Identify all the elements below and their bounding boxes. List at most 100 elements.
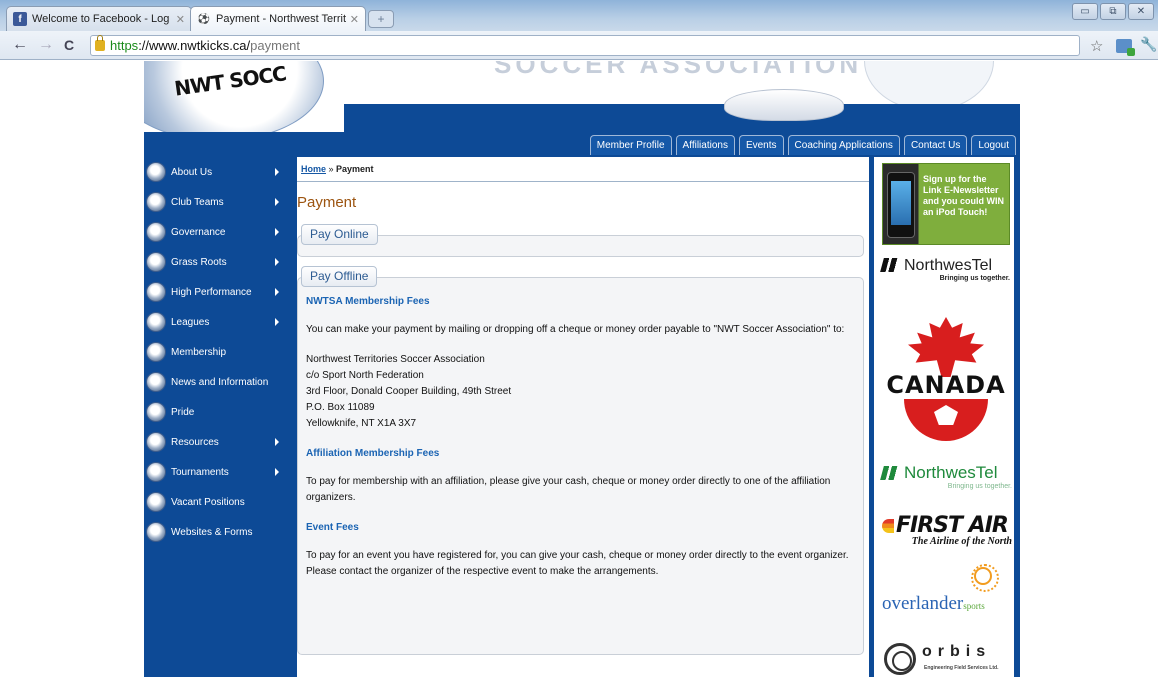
address-line: 3rd Floor, Donald Cooper Building, 49th … (306, 386, 512, 397)
northwestel-mark-icon (880, 466, 902, 480)
submenu-arrow-icon (275, 168, 279, 176)
first-air-logo[interactable]: FIRST AIR The Airline of the North (882, 513, 1012, 547)
top-navigation: Member Profile Affiliations Events Coach… (144, 132, 1020, 157)
sidebar-item-tournaments[interactable]: Tournaments (144, 457, 289, 487)
site-header: SOCCER ASSOCIATION NWT SOCC (144, 61, 1020, 132)
sidebar-item-label: Governance (171, 226, 226, 238)
main-content: Home » Payment Payment Pay Online NWTSA … (297, 157, 869, 677)
submenu-arrow-icon (275, 198, 279, 206)
soccer-shoe-graphic (724, 89, 844, 121)
sidebar-menu: About Us Club Teams Governance Grass Roo… (144, 157, 289, 677)
sponsor-name: NorthwesTel (904, 257, 993, 274)
extension-icon[interactable] (1116, 39, 1135, 56)
sidebar-item-resources[interactable]: Resources (144, 427, 289, 457)
sidebar-item-high-performance[interactable]: High Performance (144, 277, 289, 307)
soccer-ball-icon (146, 162, 166, 182)
sidebar-item-club-teams[interactable]: Club Teams (144, 187, 289, 217)
sidebar-item-label: Vacant Positions (171, 496, 245, 508)
close-tab-icon[interactable]: ✕ (350, 13, 359, 26)
orbis-logo[interactable]: orbis Engineering Field Services Ltd. (884, 641, 1012, 675)
restore-button[interactable]: ⧉ (1100, 3, 1126, 20)
breadcrumb-home-link[interactable]: Home (301, 164, 326, 174)
affiliation-fees-text: To pay for membership with an affiliatio… (306, 476, 831, 503)
pay-offline-section: NWTSA Membership Fees You can make your … (297, 277, 864, 655)
facebook-icon: f (13, 12, 27, 26)
sidebar-item-leagues[interactable]: Leagues (144, 307, 289, 337)
new-tab-button[interactable]: + (368, 10, 394, 28)
sidebar-item-vacant-positions[interactable]: Vacant Positions (144, 487, 289, 517)
nav-logout[interactable]: Logout (971, 135, 1016, 155)
sidebar-item-news-and-information[interactable]: News and Information (144, 367, 289, 397)
tab-payment[interactable]: ⚽ Payment - Northwest Territori ✕ (190, 6, 366, 31)
newsletter-ad-banner[interactable]: Sign up for the Link E-Newsletter and yo… (882, 163, 1010, 245)
maple-leaf-icon (908, 317, 984, 377)
sidebar-item-label: Membership (171, 346, 227, 358)
sponsor-tagline: Engineering Field Services Ltd. (924, 665, 999, 671)
nav-affiliations[interactable]: Affiliations (675, 135, 735, 155)
soccer-ball-icon (904, 399, 988, 441)
nav-contact-us[interactable]: Contact Us (903, 135, 968, 155)
submenu-arrow-icon (275, 258, 279, 266)
sponsor-name: FIRST AIR (882, 513, 1009, 538)
event-fees-heading: Event Fees (306, 522, 359, 533)
sponsor-tagline: Bringing us together. (939, 275, 1010, 282)
close-tab-icon[interactable]: ✕ (176, 13, 185, 26)
url-scheme: https (110, 38, 139, 53)
sidebar-item-label: Pride (171, 406, 195, 418)
tab-title: Welcome to Facebook - Log In (32, 13, 172, 25)
sidebar-item-grass-roots[interactable]: Grass Roots (144, 247, 289, 277)
soccer-ball-icon (146, 462, 166, 482)
minimize-button[interactable]: ▭ (1072, 3, 1098, 20)
pay-online-legend[interactable]: Pay Online (301, 224, 378, 245)
url-input[interactable]: https://www.nwtkicks.ca/payment (90, 35, 1080, 56)
northwestel-logo-color[interactable]: NorthwesTel Bringing us together. (880, 463, 1012, 490)
sidebar-item-label: Websites & Forms (171, 526, 253, 538)
url-path: payment (250, 38, 301, 53)
pay-offline-body: NWTSA Membership Fees You can make your … (306, 294, 856, 594)
close-window-button[interactable]: ✕ (1128, 3, 1154, 20)
sidebar-item-governance[interactable]: Governance (144, 217, 289, 247)
back-button[interactable]: ← (12, 36, 28, 54)
tab-title: Payment - Northwest Territori (216, 13, 346, 25)
soccer-ball-icon (146, 252, 166, 272)
nav-events[interactable]: Events (738, 135, 784, 155)
sidebar-item-websites-forms[interactable]: Websites & Forms (144, 517, 289, 547)
soccer-icon: ⚽ (197, 13, 211, 25)
mailing-address: Northwest Territories Soccer Association… (306, 352, 856, 432)
northwestel-logo[interactable]: NorthwesTel Bringing us together. (880, 257, 1010, 282)
header-strip (344, 104, 1020, 132)
bookmark-star-icon[interactable]: ☆ (1090, 37, 1103, 55)
soccer-ball-icon (146, 432, 166, 452)
sidebar-item-label: Tournaments (171, 466, 229, 478)
sponsor-name: orbis (922, 643, 992, 660)
tab-facebook[interactable]: f Welcome to Facebook - Log In ✕ (6, 6, 192, 31)
pay-offline-legend[interactable]: Pay Offline (301, 266, 378, 287)
submenu-arrow-icon (275, 228, 279, 236)
banner-text: SOCCER ASSOCIATION (494, 61, 863, 79)
nav-coaching-applications[interactable]: Coaching Applications (787, 135, 900, 155)
soccer-ball-icon (146, 342, 166, 362)
reload-button[interactable]: C (64, 36, 74, 54)
sidebar-item-pride[interactable]: Pride (144, 397, 289, 427)
forward-button[interactable]: → (38, 36, 54, 54)
soccer-ball-icon (146, 192, 166, 212)
sidebar-item-about-us[interactable]: About Us (144, 157, 289, 187)
sidebar-item-label: Leagues (171, 316, 210, 328)
sidebar-item-membership[interactable]: Membership (144, 337, 289, 367)
wrench-menu-icon[interactable]: 🔧 (1140, 36, 1157, 53)
sidebar-item-label: Grass Roots (171, 256, 227, 268)
address-line: P.O. Box 11089 (306, 402, 375, 413)
sponsor-name-suffix: sports (963, 601, 985, 611)
sponsor-tagline: Bringing us together. (947, 483, 1012, 490)
submenu-arrow-icon (275, 438, 279, 446)
newsletter-ad-text: Sign up for the Link E-Newsletter and yo… (923, 174, 1004, 217)
url-host: ://www.nwtkicks.ca/ (138, 38, 251, 53)
nav-member-profile[interactable]: Member Profile (589, 135, 672, 155)
sun-icon (971, 564, 999, 592)
breadcrumb-current: Payment (336, 164, 374, 174)
submenu-arrow-icon (275, 468, 279, 476)
sidebar-item-label: News and Information (171, 376, 269, 388)
canada-soccer-logo[interactable]: CANADA (882, 315, 1010, 445)
lock-icon (95, 35, 105, 51)
address-line: Yellowknife, NT X1A 3X7 (306, 418, 417, 429)
